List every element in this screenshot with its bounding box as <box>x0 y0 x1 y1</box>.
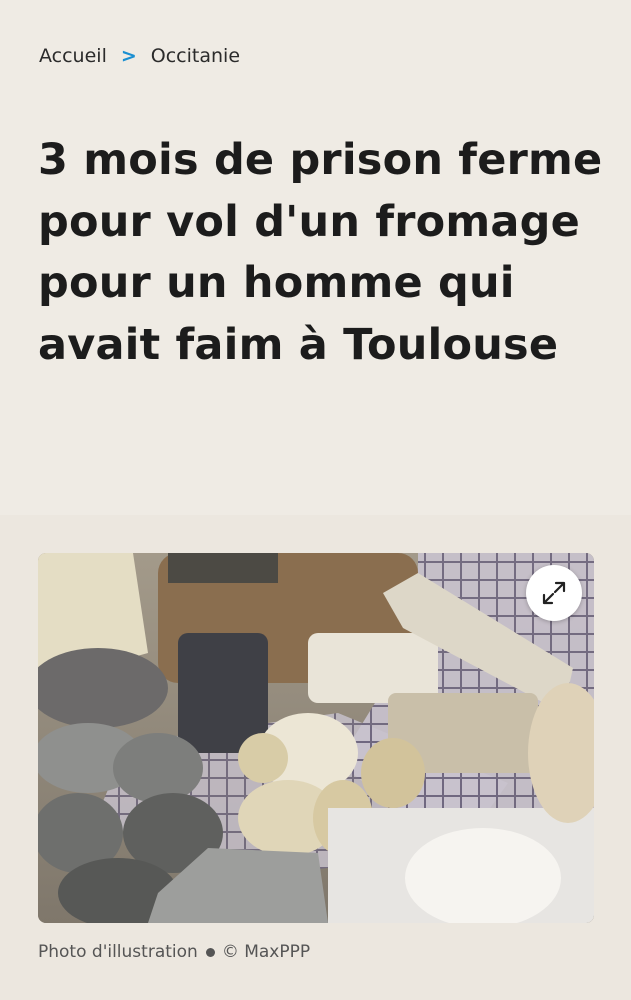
breadcrumb-home-link[interactable]: Accueil <box>39 45 107 67</box>
cheese-illustration <box>38 553 594 923</box>
breadcrumb: Accueil > Occitanie <box>39 45 240 67</box>
expand-arrows-icon <box>542 581 566 605</box>
breadcrumb-separator: > <box>120 45 137 67</box>
caption-credit: © MaxPPP <box>221 942 311 962</box>
article-photo[interactable] <box>38 553 594 923</box>
photo-caption: Photo d'illustration © MaxPPP <box>38 942 310 962</box>
expand-image-button[interactable] <box>526 565 582 621</box>
caption-text: Photo d'illustration <box>38 942 198 962</box>
breadcrumb-section-link[interactable]: Occitanie <box>151 45 240 67</box>
article-title: 3 mois de prison ferme pour vol d'un fro… <box>38 135 603 370</box>
caption-separator-dot <box>205 947 215 957</box>
